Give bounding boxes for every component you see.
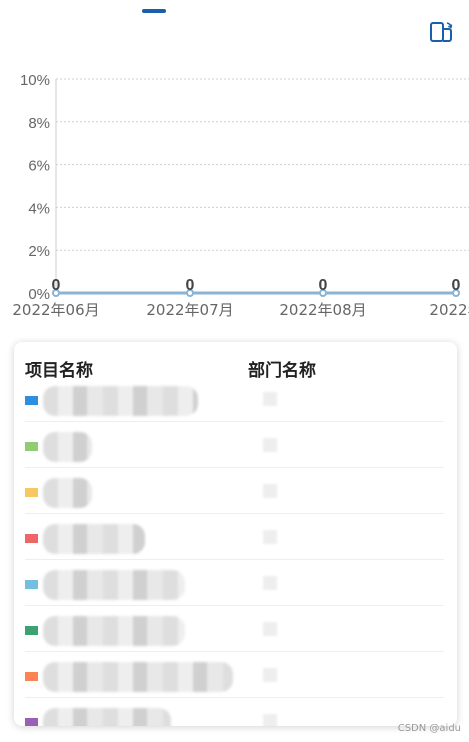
x-tick-label: 2022年08月	[279, 301, 366, 319]
project-rows	[14, 376, 457, 726]
project-row[interactable]	[25, 652, 444, 698]
redacted-project-name	[43, 432, 92, 462]
color-swatch	[25, 626, 38, 635]
redacted-project-name	[43, 478, 92, 508]
color-swatch	[25, 396, 38, 405]
redacted-project-name	[43, 524, 145, 554]
project-row[interactable]	[25, 422, 444, 468]
redacted-department-name	[263, 392, 277, 406]
project-row[interactable]	[25, 560, 444, 606]
redacted-project-name	[43, 616, 185, 646]
redacted-project-name	[43, 662, 233, 692]
project-row[interactable]	[25, 606, 444, 652]
redacted-department-name	[263, 622, 277, 636]
data-label: 0	[186, 277, 195, 294]
y-tick-label: 10%	[20, 72, 50, 89]
active-tab-indicator	[142, 9, 166, 13]
redacted-department-name	[263, 484, 277, 498]
line-chart: 0% 2% 4% 6% 8% 10% 0 2022年06月 0 2022年07月 0 2022年08月…	[0, 60, 469, 330]
data-label: 0	[52, 277, 61, 294]
project-row[interactable]	[25, 376, 444, 422]
project-row[interactable]	[25, 698, 444, 726]
color-swatch	[25, 672, 38, 681]
project-row[interactable]	[25, 468, 444, 514]
x-tick-label: 2022年06月	[12, 301, 99, 319]
color-swatch	[25, 718, 38, 726]
color-swatch	[25, 580, 38, 589]
redacted-department-name	[263, 530, 277, 544]
redacted-department-name	[263, 438, 277, 452]
screen-rotate-icon-svg	[430, 22, 453, 42]
x-tick-label: 2022年07月	[146, 301, 233, 319]
x-tick-label: 2022年	[429, 301, 469, 319]
color-swatch	[25, 488, 38, 497]
color-swatch	[25, 534, 38, 543]
watermark: CSDN @aidu	[397, 723, 461, 734]
redacted-department-name	[263, 668, 277, 682]
redacted-project-name	[43, 570, 185, 600]
chart-svg: 0%2%4%6%8%10%02022年06月02022年07月02022年08月…	[12, 72, 469, 319]
y-tick-label: 6%	[28, 158, 50, 175]
project-row[interactable]	[25, 514, 444, 560]
redacted-department-name	[263, 576, 277, 590]
redacted-department-name	[263, 714, 277, 726]
screen-rotate-icon[interactable]	[429, 20, 455, 44]
data-label: 0	[319, 277, 328, 294]
project-list-card: 项目名称 部门名称	[14, 342, 457, 726]
y-tick-label: 2%	[28, 243, 50, 260]
redacted-project-name	[43, 386, 198, 416]
redacted-project-name	[43, 708, 171, 726]
y-tick-label: 4%	[28, 200, 50, 217]
data-label: 0	[452, 277, 461, 294]
y-tick-label: 8%	[28, 115, 50, 132]
color-swatch	[25, 442, 38, 451]
